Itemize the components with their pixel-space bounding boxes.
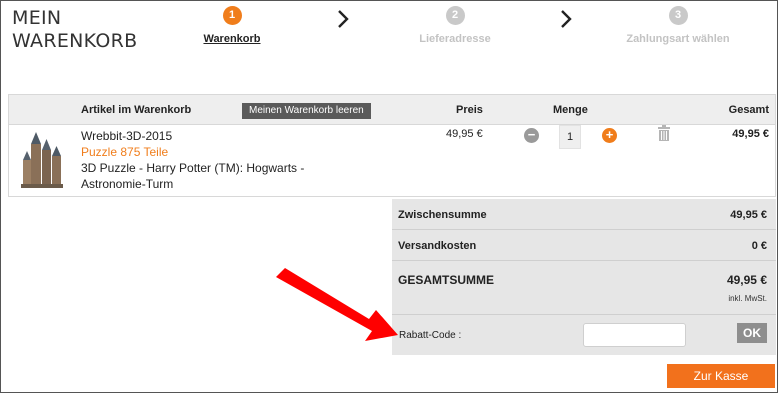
- trash-icon[interactable]: [657, 125, 671, 141]
- product-type: Puzzle 875 Teile: [81, 145, 169, 159]
- subtotal-row: Zwischensumme 49,95 €: [392, 199, 776, 230]
- shipping-label: Versandkosten: [398, 240, 477, 252]
- step-label-address: Lieferadresse: [419, 33, 491, 45]
- page-title-line2: WARENKORB: [12, 30, 138, 52]
- product-total: 49,95 €: [732, 128, 769, 140]
- step-address: 2 Lieferadresse: [385, 6, 525, 45]
- shipping-value: 0 €: [751, 240, 767, 252]
- page-title: MEIN WARENKORB: [12, 7, 137, 53]
- grand-total-label: GESAMTSUMME: [398, 273, 494, 287]
- step-number-3: 3: [668, 6, 688, 25]
- step-payment: 3 Zahlungsart wählen: [608, 6, 748, 45]
- tax-note: inkl. MwSt.: [728, 294, 767, 303]
- header-quantity: Menge: [553, 104, 588, 116]
- quantity-field[interactable]: 1: [559, 125, 581, 149]
- decrease-quantity-button[interactable]: −: [524, 128, 539, 143]
- coupon-input[interactable]: [583, 323, 686, 347]
- shipping-row: Versandkosten 0 €: [392, 230, 776, 261]
- checkout-button[interactable]: Zur Kasse: [667, 364, 775, 388]
- chevron-right-icon: [561, 10, 572, 28]
- coupon-label: Rabatt-Code :: [399, 330, 462, 341]
- product-price: 49,95 €: [446, 128, 483, 140]
- step-label-cart[interactable]: Warenkorb: [162, 33, 302, 45]
- product-description: 3D Puzzle - Harry Potter (TM): Hogwarts …: [81, 161, 305, 191]
- order-summary: Zwischensumme 49,95 € Versandkosten 0 € …: [392, 199, 776, 355]
- chevron-right-icon: [338, 10, 349, 28]
- increase-quantity-button[interactable]: +: [602, 128, 617, 143]
- header-price: Preis: [456, 104, 483, 116]
- grand-total-row: GESAMTSUMME 49,95 €: [392, 261, 776, 315]
- table-row: Wrebbit-3D-2015 Puzzle 875 Teile 3D Puzz…: [8, 125, 776, 197]
- step-number-2: 2: [445, 6, 465, 25]
- header-item: Artikel im Warenkorb: [81, 104, 192, 116]
- step-cart[interactable]: 1 Warenkorb: [162, 6, 302, 45]
- header-total: Gesamt: [728, 104, 769, 116]
- step-label-payment: Zahlungsart wählen: [626, 33, 730, 45]
- step-number-1: 1: [222, 6, 242, 25]
- red-arrow-annotation: [276, 268, 398, 341]
- subtotal-value: 49,95 €: [730, 209, 767, 221]
- cart-table-header: Artikel im Warenkorb Meinen Warenkorb le…: [8, 94, 776, 125]
- product-sku[interactable]: Wrebbit-3D-2015: [81, 128, 172, 144]
- clear-cart-button[interactable]: Meinen Warenkorb leeren: [242, 103, 371, 119]
- subtotal-label: Zwischensumme: [398, 209, 487, 221]
- product-image[interactable]: [17, 130, 69, 190]
- grand-total-value: 49,95 €: [726, 273, 767, 287]
- coupon-ok-button[interactable]: OK: [737, 323, 767, 343]
- page-title-line1: MEIN: [12, 7, 62, 29]
